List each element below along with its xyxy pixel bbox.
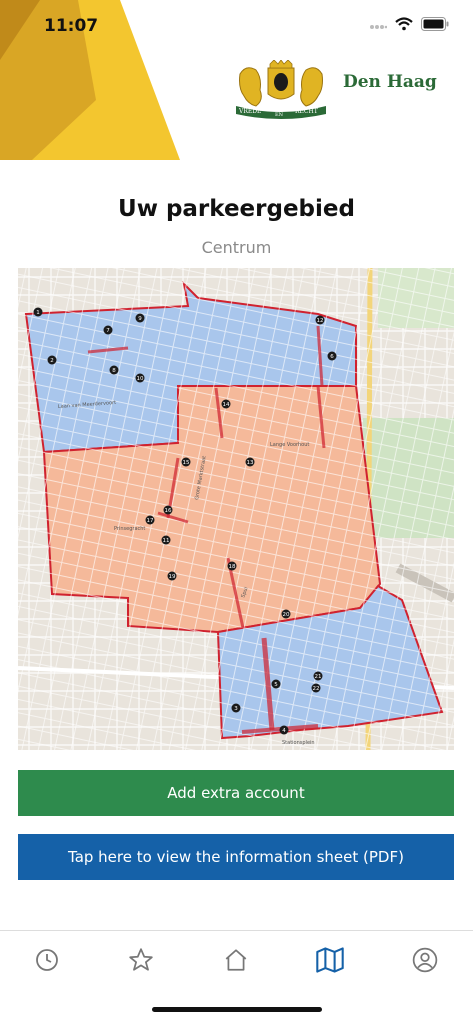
svg-text:15: 15 bbox=[183, 460, 190, 466]
clock-icon bbox=[36, 949, 58, 971]
signal-icon bbox=[369, 16, 388, 35]
map-icon bbox=[316, 947, 344, 973]
motto-right: RECHT bbox=[295, 108, 318, 115]
parking-area-map[interactable]: 1 2 3 4 5 6 7 8 9 10 11 12 13 14 15 16 17 18 19 20 21 22 Laan … bbox=[18, 268, 454, 750]
svg-text:14: 14 bbox=[223, 402, 230, 408]
svg-text:2: 2 bbox=[50, 358, 54, 364]
street-label: Stationsplein bbox=[282, 740, 315, 746]
star-icon bbox=[129, 948, 153, 971]
profile-tab[interactable] bbox=[410, 945, 440, 975]
zone-marker-22[interactable]: 22 bbox=[311, 683, 321, 693]
zone-marker-11[interactable]: 11 bbox=[161, 535, 171, 545]
svg-text:8: 8 bbox=[112, 368, 116, 374]
zone-marker-3[interactable]: 3 bbox=[231, 703, 241, 713]
view-information-sheet-button[interactable]: Tap here to view the information sheet (… bbox=[18, 834, 454, 880]
battery-icon bbox=[421, 16, 449, 35]
svg-text:1: 1 bbox=[36, 310, 40, 316]
svg-text:3: 3 bbox=[234, 706, 238, 712]
svg-text:6: 6 bbox=[330, 354, 334, 360]
home-tab[interactable] bbox=[221, 945, 251, 975]
svg-text:21: 21 bbox=[315, 674, 322, 680]
zone-marker-18[interactable]: 18 bbox=[227, 561, 237, 571]
zone-marker-13[interactable]: 13 bbox=[245, 457, 255, 467]
zone-marker-1[interactable]: 1 bbox=[33, 307, 43, 317]
svg-text:9: 9 bbox=[138, 316, 142, 322]
den-haag-coat-of-arms: VREDE EN RECHT bbox=[234, 59, 328, 122]
svg-text:11: 11 bbox=[163, 538, 170, 544]
street-label: Lange Voorhout bbox=[270, 442, 309, 448]
page-title: Uw parkeergebied bbox=[118, 196, 355, 222]
motto-mid: EN bbox=[275, 112, 284, 118]
zone-marker-15[interactable]: 15 bbox=[181, 457, 191, 467]
zone-marker-10[interactable]: 10 bbox=[135, 373, 145, 383]
zone-marker-5[interactable]: 5 bbox=[271, 679, 281, 689]
svg-text:10: 10 bbox=[137, 376, 144, 382]
zone-marker-16[interactable]: 16 bbox=[163, 505, 173, 515]
zone-marker-6[interactable]: 6 bbox=[327, 351, 337, 361]
home-icon bbox=[225, 949, 247, 971]
street-label: Prinsegracht bbox=[114, 526, 145, 532]
zone-marker-4[interactable]: 4 bbox=[279, 725, 289, 735]
zone-marker-20[interactable]: 20 bbox=[281, 609, 291, 619]
svg-text:17: 17 bbox=[147, 518, 154, 524]
brand-name: Den Haag bbox=[343, 72, 437, 92]
motto-left: VREDE bbox=[238, 108, 261, 115]
svg-text:22: 22 bbox=[313, 686, 320, 692]
map-canvas[interactable]: 12345678910111213141516171819202122Laan … bbox=[18, 268, 454, 750]
zone-marker-19[interactable]: 19 bbox=[167, 571, 177, 581]
add-extra-account-button[interactable]: Add extra account bbox=[18, 770, 454, 816]
svg-text:19: 19 bbox=[169, 574, 176, 580]
svg-text:12: 12 bbox=[317, 318, 324, 324]
map-tab[interactable] bbox=[315, 945, 345, 975]
svg-text:18: 18 bbox=[229, 564, 236, 570]
home-indicator[interactable] bbox=[152, 1007, 322, 1012]
zone-marker-17[interactable]: 17 bbox=[145, 515, 155, 525]
zone-marker-2[interactable]: 2 bbox=[47, 355, 57, 365]
favorites-tab[interactable] bbox=[126, 945, 156, 975]
svg-text:13: 13 bbox=[247, 460, 254, 466]
zone-marker-14[interactable]: 14 bbox=[221, 399, 231, 409]
zone-marker-12[interactable]: 12 bbox=[315, 315, 325, 325]
user-icon bbox=[412, 947, 438, 973]
zone-marker-8[interactable]: 8 bbox=[109, 365, 119, 375]
svg-text:20: 20 bbox=[283, 612, 290, 618]
status-icons bbox=[369, 16, 449, 35]
zone-marker-7[interactable]: 7 bbox=[103, 325, 113, 335]
history-tab[interactable] bbox=[32, 945, 62, 975]
zone-marker-9[interactable]: 9 bbox=[135, 313, 145, 323]
status-time: 11:07 bbox=[44, 16, 99, 36]
svg-text:5: 5 bbox=[274, 682, 278, 688]
svg-text:16: 16 bbox=[165, 508, 172, 514]
wifi-icon bbox=[395, 16, 413, 35]
zone-marker-21[interactable]: 21 bbox=[313, 671, 323, 681]
svg-text:4: 4 bbox=[282, 728, 286, 734]
header: 11:07 VREDE EN RECHT Den Haag bbox=[0, 0, 473, 160]
svg-text:7: 7 bbox=[106, 328, 110, 334]
page-subtitle: Centrum bbox=[201, 238, 272, 257]
